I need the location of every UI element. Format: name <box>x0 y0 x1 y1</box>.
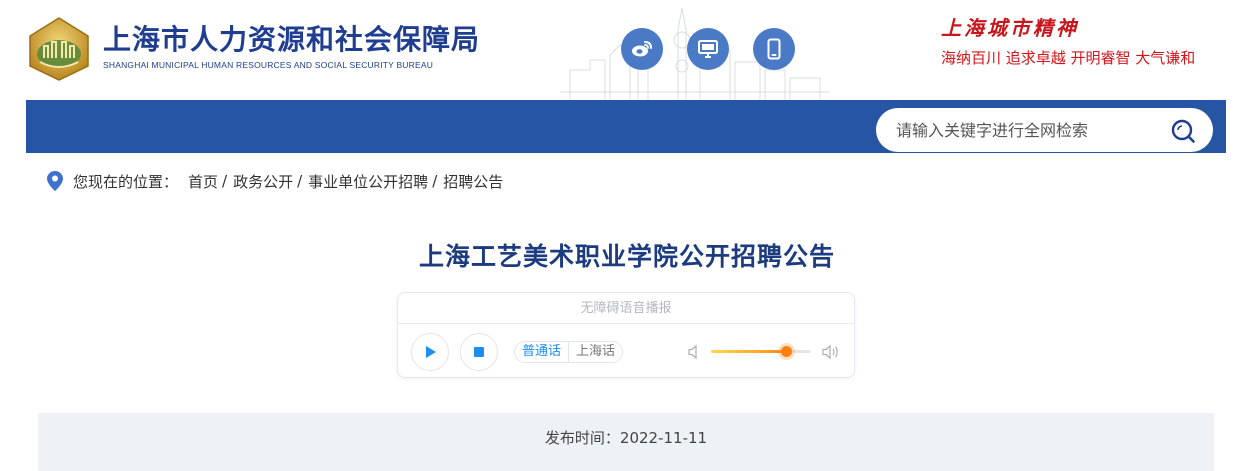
breadcrumb-public-recruitment[interactable]: 事业单位公开招聘 <box>308 171 428 192</box>
language-mandarin-button[interactable]: 普通话 <box>515 342 568 362</box>
language-shanghainese-button[interactable]: 上海话 <box>568 342 622 362</box>
site-title-english: SHANGHAI MUNICIPAL HUMAN RESOURCES AND S… <box>103 60 434 70</box>
weibo-button[interactable] <box>621 28 663 70</box>
search-icon[interactable] <box>1170 118 1196 144</box>
volume-high-icon[interactable] <box>822 343 842 361</box>
desktop-button[interactable] <box>687 28 729 70</box>
language-switch: 普通话 上海话 <box>514 341 624 363</box>
volume-slider-fill <box>711 350 786 353</box>
play-icon <box>426 346 436 358</box>
publish-info-bar: 发布时间：2022-11-11 <box>38 413 1214 471</box>
breadcrumb: 您现在的位置： 首页 / 政务公开 / 事业单位公开招聘 / 招聘公告 <box>47 171 503 191</box>
weibo-icon <box>632 41 652 57</box>
city-spirit-title: 上海城市精神 <box>941 16 1079 40</box>
volume-slider-handle[interactable] <box>781 346 792 357</box>
volume-slider[interactable] <box>711 346 811 357</box>
stop-button[interactable] <box>460 333 498 371</box>
play-button[interactable] <box>411 333 449 371</box>
player-title: 无障碍语音播报 <box>398 293 854 324</box>
search-input[interactable] <box>896 117 1156 143</box>
mobile-button[interactable] <box>753 28 795 70</box>
breadcrumb-home[interactable]: 首页 <box>188 171 218 192</box>
city-spirit-slogan: 海纳百川 追求卓越 开明睿智 大气谦和 <box>941 49 1196 67</box>
location-pin-icon <box>47 171 63 191</box>
publish-date: 发布时间：2022-11-11 <box>544 429 708 447</box>
bureau-logo-icon[interactable] <box>26 16 92 82</box>
breadcrumb-label: 您现在的位置： <box>73 172 179 191</box>
article-title: 上海工艺美术职业学院公开招聘公告 <box>418 242 835 271</box>
voice-broadcast-player: 无障碍语音播报 普通话 上海话 <box>397 292 855 378</box>
site-title[interactable]: 上海市人力资源和社会保障局 <box>103 18 480 58</box>
volume-low-icon[interactable] <box>688 344 702 360</box>
breadcrumb-separator: / <box>297 172 303 190</box>
breadcrumb-separator: / <box>222 172 228 190</box>
breadcrumb-gov-affairs[interactable]: 政务公开 <box>233 171 293 192</box>
breadcrumb-separator: / <box>432 172 438 190</box>
desktop-icon <box>698 40 718 58</box>
stop-icon <box>474 347 484 357</box>
site-header: 上海市人力资源和社会保障局 SHANGHAI MUNICIPAL HUMAN R… <box>0 0 1254 100</box>
mobile-icon <box>767 38 781 60</box>
site-search <box>876 108 1213 152</box>
breadcrumb-recruitment-notice[interactable]: 招聘公告 <box>443 171 503 192</box>
